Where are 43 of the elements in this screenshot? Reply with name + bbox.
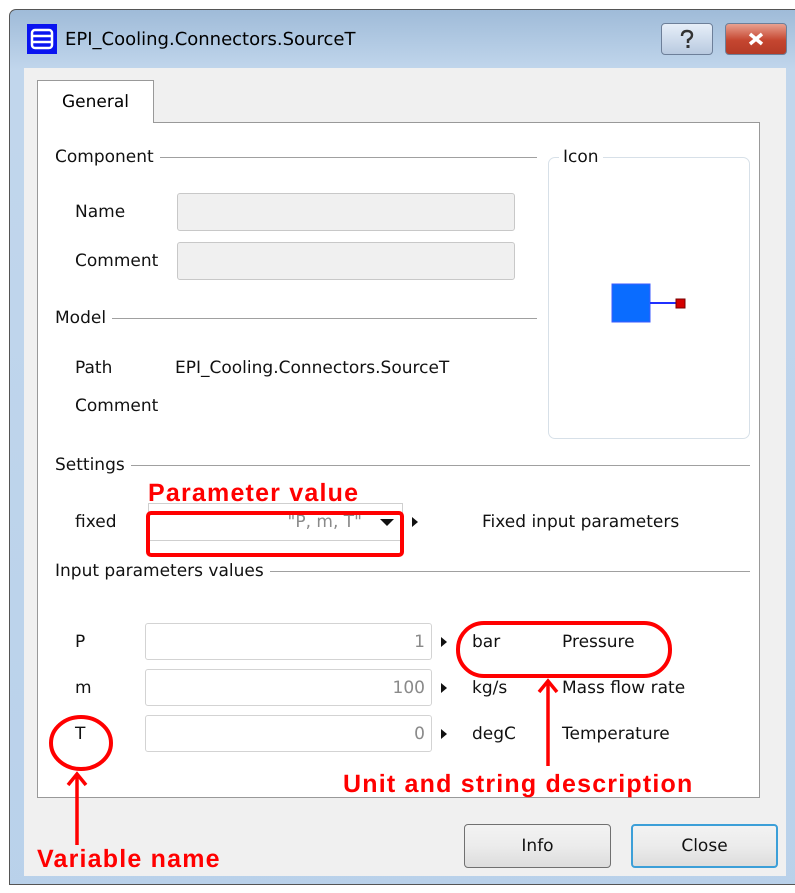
field-description: Fixed input parameters [482, 512, 680, 532]
close-icon [747, 31, 765, 47]
tab[interactable]: General [37, 80, 154, 123]
unit-label: degC [472, 724, 517, 744]
variable-name: m [75, 678, 93, 698]
field-label: Path [75, 358, 114, 378]
field-label: Comment [75, 251, 160, 271]
window-title: EPI_Cooling.Connectors.SourceT [65, 28, 356, 50]
annotation-label: Variable name [37, 845, 221, 873]
input-field[interactable]: 1 [145, 623, 432, 660]
field-label: Comment [75, 396, 160, 416]
field-description: Mass flow rate [562, 678, 686, 698]
field-description: Temperature [562, 724, 670, 744]
group-heading: Input parameters values [55, 561, 264, 581]
unit-label: kg/s [472, 678, 508, 698]
highlight-circle [48, 714, 114, 772]
field-label: Name [75, 202, 126, 222]
help-button[interactable] [661, 23, 713, 55]
input-field[interactable]: 0 [145, 715, 432, 752]
unit-label: bar [472, 632, 502, 652]
dropdown-arrow-icon [380, 518, 394, 526]
field-description: Pressure [562, 632, 635, 652]
group-heading: Icon [562, 147, 600, 167]
group-heading: Settings [55, 455, 125, 475]
info-button[interactable]: Info [464, 824, 611, 868]
annotation-label: Unit and string description [343, 770, 694, 798]
group-heading: Model [55, 308, 106, 328]
variable-name: P [75, 632, 86, 652]
input-field[interactable] [177, 193, 515, 231]
menu-arrow-icon[interactable] [441, 728, 447, 738]
menu-arrow-icon[interactable] [441, 636, 447, 646]
field-label: fixed [75, 512, 118, 532]
close-button[interactable] [725, 23, 787, 55]
field-value: EPI_Cooling.Connectors.SourceT [175, 358, 450, 378]
close-button[interactable]: Close [631, 824, 778, 868]
input-field[interactable]: 100 [145, 669, 432, 706]
help-icon [678, 29, 696, 49]
input-field[interactable] [177, 242, 515, 280]
variable-name: T [75, 724, 86, 744]
menu-arrow-icon[interactable] [441, 682, 447, 692]
group-heading: Component [55, 147, 154, 167]
app-icon [27, 24, 57, 54]
menu-arrow-icon[interactable] [412, 517, 418, 527]
